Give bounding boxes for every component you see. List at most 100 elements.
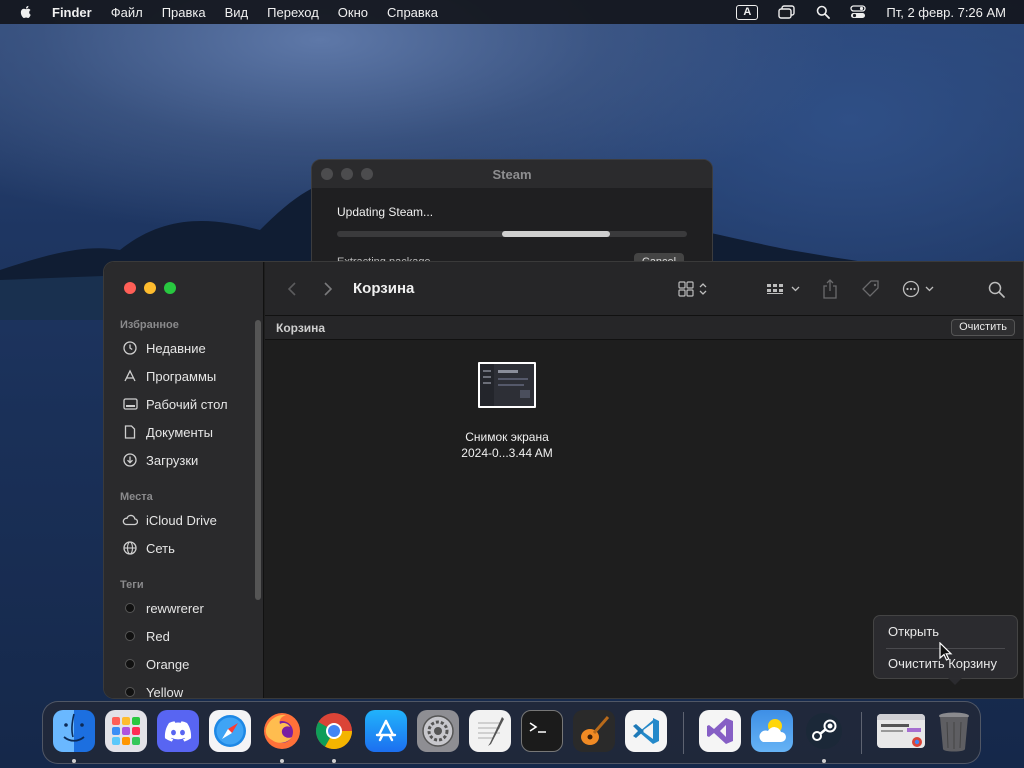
file-item-screenshot[interactable]: Снимок экрана 2024-0...3.44 AM — [441, 362, 573, 461]
view-mode-button[interactable] — [678, 278, 708, 300]
sidebar-tag-item[interactable]: rewwrerer — [122, 598, 204, 618]
sidebar-header-favorites: Избранное — [120, 319, 179, 331]
discord-icon — [164, 721, 192, 742]
mouse-cursor-icon — [939, 642, 953, 661]
file-thumbnail — [478, 362, 536, 408]
steam-window-title: Steam — [492, 166, 532, 182]
menu-edit[interactable]: Правка — [162, 5, 206, 20]
sidebar-item-icloud-drive[interactable]: iCloud Drive — [122, 510, 217, 530]
sidebar-item-label: Документы — [146, 424, 214, 440]
dock-system-settings[interactable] — [417, 710, 459, 752]
sidebar-item-label: iCloud Drive — [146, 512, 217, 528]
applications-icon — [122, 368, 138, 384]
steam-progress-bar — [337, 231, 687, 237]
dock-safari[interactable] — [209, 710, 251, 752]
sidebar-item-network[interactable]: Сеть — [122, 538, 175, 558]
control-center-icon[interactable] — [850, 5, 867, 19]
sidebar-item-desktop[interactable]: Рабочий стол — [122, 394, 228, 414]
sidebar-header-tags: Теги — [120, 579, 144, 591]
tag-button[interactable] — [861, 278, 881, 300]
sidebar-tag-item[interactable]: Orange — [122, 654, 189, 674]
sidebar-item-label: Недавние — [146, 340, 206, 356]
input-source-indicator[interactable]: A — [736, 4, 759, 20]
sidebar-item-downloads[interactable]: Загрузки — [122, 450, 198, 470]
weather-icon — [759, 719, 786, 742]
finder-icon — [63, 713, 85, 742]
screen-mirroring-icon[interactable] — [778, 5, 796, 19]
zoom-button[interactable] — [164, 282, 176, 294]
textedit-icon — [478, 717, 504, 746]
steam-titlebar[interactable]: Steam — [312, 160, 712, 188]
menu-file[interactable]: Файл — [111, 5, 143, 20]
dock-visual-studio[interactable] — [699, 710, 741, 752]
garageband-icon — [581, 716, 610, 745]
sidebar-item-label: Загрузки — [146, 452, 199, 468]
dock-app-store[interactable] — [365, 710, 407, 752]
menu-window[interactable]: Окно — [338, 5, 368, 20]
dock-steam[interactable] — [803, 710, 845, 752]
sidebar-item-label: Orange — [146, 656, 190, 672]
document-icon — [122, 424, 138, 440]
sidebar-item-label: Рабочий стол — [146, 396, 228, 412]
chevron-right-icon — [324, 282, 333, 296]
sidebar-item-label: Программы — [146, 368, 217, 384]
spotlight-search-icon[interactable] — [816, 5, 831, 19]
forward-button[interactable] — [323, 278, 333, 300]
sidebar-tag-item[interactable]: Red — [122, 626, 170, 646]
dock-discord[interactable] — [157, 710, 199, 752]
path-bar: Корзина Очистить — [265, 316, 1023, 340]
tag-icon — [862, 280, 879, 297]
dock-launchpad[interactable] — [105, 710, 147, 752]
menu-app-finder[interactable]: Finder — [52, 5, 92, 20]
vscode-icon — [633, 718, 659, 744]
menu-view[interactable]: Вид — [225, 5, 249, 20]
dock-trash[interactable] — [933, 710, 975, 752]
trash-icon — [939, 712, 969, 752]
close-button[interactable] — [124, 282, 136, 294]
menu-bar-clock[interactable]: Пт, 2 февр. 7:26 AM — [886, 5, 1006, 20]
chrome-icon — [315, 713, 352, 750]
search-button[interactable] — [988, 278, 1005, 300]
more-actions-button[interactable] — [902, 278, 938, 300]
tag-dot-icon — [125, 659, 135, 669]
dock-terminal[interactable] — [521, 710, 563, 752]
sidebar-item-applications[interactable]: Программы — [122, 366, 216, 386]
icon-grid-icon — [678, 281, 707, 297]
sidebar-item-recents[interactable]: Недавние — [122, 338, 206, 358]
dock-weather[interactable] — [751, 710, 793, 752]
dock-textedit[interactable] — [469, 710, 511, 752]
apple-icon[interactable] — [18, 4, 34, 20]
appstore-icon — [375, 719, 397, 742]
steam-progress-fill — [501, 231, 610, 237]
safari-icon — [214, 715, 246, 747]
ellipsis-circle-icon — [902, 280, 934, 298]
sidebar-item-documents[interactable]: Документы — [122, 422, 213, 442]
empty-trash-button[interactable]: Очистить — [951, 319, 1015, 336]
share-button[interactable] — [822, 278, 838, 300]
steam-icon — [806, 713, 842, 749]
minimize-button[interactable] — [144, 282, 156, 294]
dock-minimized-chrome-window[interactable] — [877, 714, 925, 748]
dock-finder[interactable] — [53, 710, 95, 752]
dock-garageband[interactable] — [573, 710, 615, 752]
clock-icon — [122, 340, 138, 356]
group-by-button[interactable] — [766, 278, 802, 300]
tag-dot-icon — [125, 631, 135, 641]
tag-dot-icon — [125, 687, 135, 697]
sidebar-scrollbar[interactable] — [255, 320, 261, 600]
sidebar-item-label: Yellow — [146, 684, 184, 699]
menu-help[interactable]: Справка — [387, 5, 438, 20]
dock-chrome[interactable] — [313, 710, 355, 752]
search-icon — [988, 281, 1005, 298]
file-name: Снимок экрана 2024-0...3.44 AM — [461, 430, 553, 460]
dock-firefox[interactable] — [261, 710, 303, 752]
menu-go[interactable]: Переход — [267, 5, 319, 20]
launchpad-icon — [112, 717, 140, 745]
trash-folder-label: Корзина — [276, 321, 326, 335]
dock-vscode[interactable] — [625, 710, 667, 752]
sidebar-tag-item[interactable]: Yellow — [122, 682, 184, 699]
desktop-icon — [122, 396, 138, 412]
back-button[interactable] — [287, 278, 297, 300]
context-menu-open[interactable]: Открыть — [888, 624, 939, 639]
network-icon — [122, 540, 138, 556]
